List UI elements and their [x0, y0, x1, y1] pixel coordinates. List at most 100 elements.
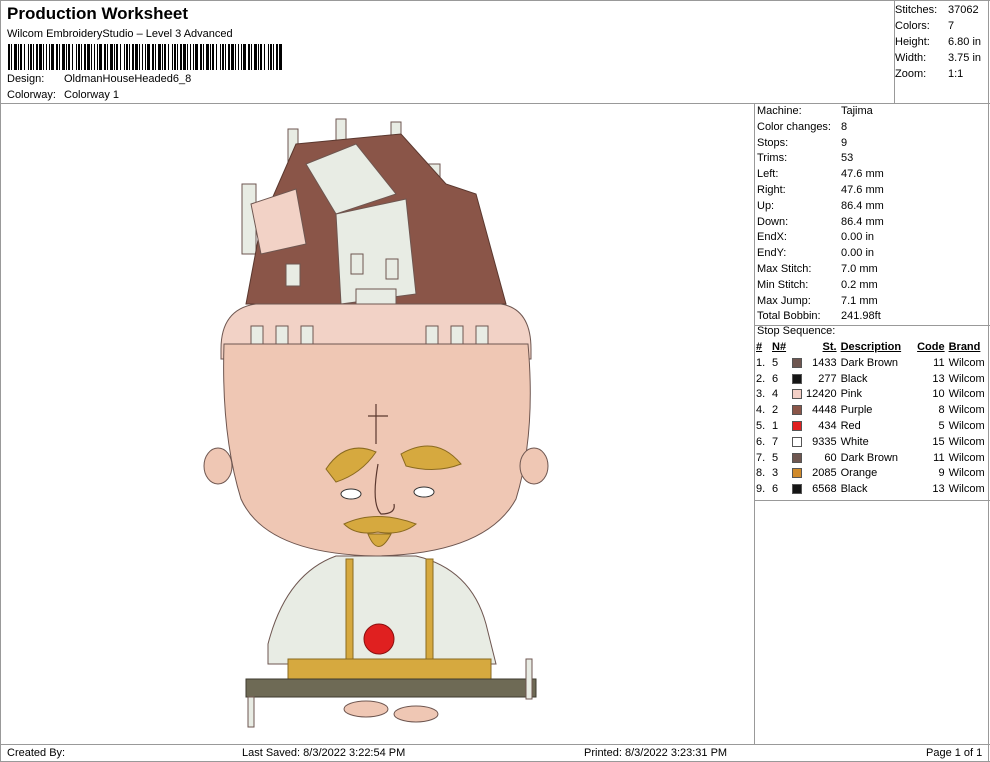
cell-code-text: 11 [933, 451, 945, 464]
machine-info-label: Total Bobbin: [757, 310, 821, 323]
machine-info-value: 86.4 mm [841, 199, 884, 212]
table-row: 1. 5 1433 Dark Brown 11 Wilcom [756, 356, 985, 372]
cell-n-text: 5 [772, 356, 779, 369]
cell-st: 2085 [806, 466, 841, 482]
cell-idx-text: 4. [756, 404, 766, 417]
cell-idx: 1. [756, 356, 772, 372]
stat-row: Stitches: 37062 [895, 4, 979, 16]
machine-info-value: 241.98ft [841, 310, 881, 323]
cell-st: 277 [806, 372, 841, 388]
col-desc-header: Description [840, 341, 902, 353]
machine-info-row: Total Bobbin: 241.98ft [757, 309, 987, 325]
machine-info-row: Max Jump: 7.1 mm [757, 294, 987, 310]
page-title: Production Worksheet [7, 4, 189, 23]
cell-idx: 4. [756, 403, 772, 419]
footer-page: Page 1 of 1 [926, 747, 983, 759]
cell-desc-text: Red [840, 419, 861, 432]
cell-desc-text: Orange [840, 467, 878, 480]
color-swatch [792, 373, 803, 384]
cell-desc: Purple [841, 403, 913, 419]
cell-n-text: 1 [772, 419, 779, 432]
cell-desc: Dark Brown [841, 451, 913, 467]
machine-info-row: Machine: Tajima [757, 104, 987, 120]
stat-row: Zoom: 1:1 [895, 68, 964, 80]
machine-info-row: Right: 47.6 mm [757, 183, 987, 199]
cell-st-text: 60 [824, 451, 837, 464]
cell-idx: 8. [756, 466, 772, 482]
cell-idx-text: 6. [756, 435, 766, 448]
machine-info-panel: Machine: Tajima Color changes: 8 Stops: 9 Trim… [757, 104, 987, 325]
cell-idx-text: 5. [756, 419, 766, 432]
machine-info-value: 7.1 mm [841, 294, 878, 307]
cell-idx: 7. [756, 451, 772, 467]
cell-desc-text: Pink [840, 388, 862, 401]
cell-n-text: 2 [772, 404, 779, 417]
machine-info-row: EndY: 0.00 in [757, 246, 987, 262]
machine-info-label: Max Jump: [757, 294, 811, 307]
machine-info-row: EndX: 0.00 in [757, 230, 987, 246]
machine-info-value: 7.0 mm [841, 262, 878, 275]
machine-info-label: Trims: [757, 152, 788, 165]
software-subtitle: Wilcom EmbroideryStudio – Level 3 Advanc… [7, 28, 233, 40]
table-row: 7. 5 60 Dark Brown 11 Wilcom [756, 451, 985, 467]
machine-info-label: EndX: [757, 231, 787, 244]
cell-brand-text: Wilcom [948, 356, 985, 369]
cell-brand: Wilcom [949, 435, 985, 451]
cell-n-text: 7 [772, 435, 779, 448]
cell-n: 5 [772, 451, 806, 467]
machine-info-value: 0.00 in [841, 231, 875, 244]
cell-n: 6 [772, 482, 806, 498]
cell-brand-text: Wilcom [948, 483, 985, 496]
cell-code-text: 13 [932, 372, 945, 385]
cell-st: 434 [806, 419, 841, 435]
cell-code: 10 [913, 387, 949, 403]
cell-n: 6 [772, 372, 806, 388]
cell-brand: Wilcom [949, 482, 985, 498]
machine-info-label: Right: [757, 183, 786, 196]
cell-idx: 6. [756, 435, 772, 451]
design-preview [6, 104, 753, 745]
cell-desc: Pink [841, 387, 913, 403]
machine-info-label: Max Stitch: [757, 262, 812, 275]
cell-st-text: 6568 [812, 483, 837, 496]
colorway-row: Colorway: Colorway 1 [7, 89, 119, 101]
cell-code: 9 [913, 466, 949, 482]
cell-brand: Wilcom [949, 372, 985, 388]
footer-printed: Printed: 8/3/2022 3:23:31 PM [584, 747, 728, 759]
machine-info-label: Up: [757, 199, 775, 212]
table-row: 9. 6 6568 Black 13 Wilcom [756, 482, 985, 498]
design-value: OldmanHouseHeaded6_8 [64, 73, 192, 85]
top-border [0, 0, 990, 1]
machine-info-value: Tajima [841, 105, 873, 117]
cell-brand: Wilcom [949, 387, 985, 403]
machine-info-row: Left: 47.6 mm [757, 167, 987, 183]
machine-info-label: Color changes: [757, 120, 831, 133]
stat-row: Colors: 7 [895, 20, 955, 32]
cell-st: 60 [806, 451, 841, 467]
cell-desc-text: Dark Brown [840, 356, 899, 369]
cell-n-text: 5 [772, 451, 779, 464]
cell-n-text: 6 [772, 372, 779, 385]
machine-info-label: Left: [757, 168, 779, 181]
cell-brand-text: Wilcom [948, 372, 985, 385]
cell-idx-text: 7. [756, 451, 766, 464]
color-swatch [792, 389, 803, 400]
stop-sequence-title: Stop Sequence: [757, 325, 836, 337]
cell-code-text: 5 [938, 419, 945, 432]
col-idx-header: # [756, 341, 763, 353]
footer-created-by: Created By: [7, 747, 66, 759]
cell-idx: 9. [756, 482, 772, 498]
cell-n: 3 [772, 466, 806, 482]
cell-idx-text: 2. [756, 372, 766, 385]
cell-brand-text: Wilcom [948, 404, 985, 417]
cell-desc-text: Black [840, 483, 868, 496]
machine-info-label: Machine: [757, 105, 802, 117]
stat-row: Height: 6.80 in [895, 36, 982, 48]
cell-desc: Black [841, 482, 913, 498]
machine-info-value: 0.00 in [841, 247, 875, 260]
stats-panel: Stitches: 37062 Colors: 7 Height: 6.80 in W… [895, 2, 988, 82]
cell-idx-text: 3. [756, 388, 766, 401]
cell-st: 9335 [806, 435, 841, 451]
cell-code: 11 [913, 356, 949, 372]
cell-code-text: 10 [932, 388, 945, 401]
